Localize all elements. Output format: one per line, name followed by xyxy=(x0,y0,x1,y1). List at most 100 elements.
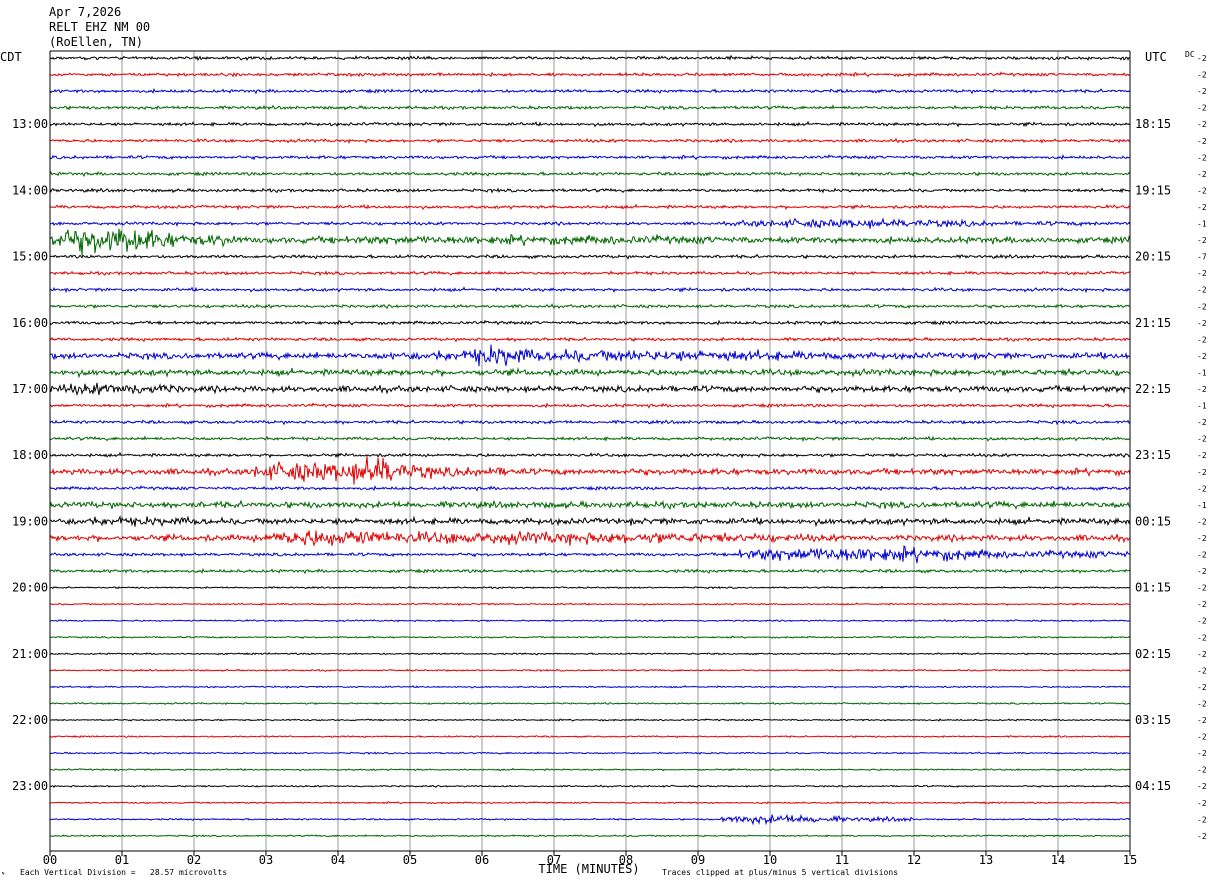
dc-offset-label: -2 xyxy=(1197,766,1207,775)
dc-offset-label: -2 xyxy=(1197,104,1207,113)
x-axis-title: TIME (MINUTES) xyxy=(538,862,639,876)
dc-offset-label: -2 xyxy=(1197,468,1207,477)
x-tick-label: 15 xyxy=(1123,853,1137,867)
seismic-trace-row xyxy=(49,402,1130,409)
dc-offset-label: -2 xyxy=(1197,600,1207,609)
dc-offset-label: -2 xyxy=(1197,286,1207,295)
dc-offset-label: -2 xyxy=(1197,517,1207,526)
dc-offset-label: -2 xyxy=(1197,120,1207,129)
dc-offset-label: -2 xyxy=(1197,153,1207,162)
dc-offset-label: -2 xyxy=(1197,584,1207,593)
left-hour-label: 19:00 xyxy=(12,514,48,528)
seismic-trace-row xyxy=(49,253,1131,260)
right-hour-labels: 18:15 19:15 20:15 21:15 22:15 23:15 00:15 01:15… xyxy=(1135,117,1171,793)
seismic-trace-row xyxy=(49,336,1131,343)
right-hour-label: 03:15 xyxy=(1135,713,1171,727)
seismic-trace-row xyxy=(49,419,1131,426)
seismic-trace-row xyxy=(49,382,1131,397)
dc-header-label: DC xyxy=(1185,50,1195,59)
seismic-trace-row xyxy=(49,834,1131,838)
seismic-trace-row xyxy=(49,701,1131,706)
seismic-trace-row xyxy=(49,485,1131,492)
x-tick-label: 14 xyxy=(1051,853,1065,867)
dc-offset-label: -2 xyxy=(1197,269,1207,278)
dc-offset-label: -7 xyxy=(1197,253,1207,262)
x-tick-label: 13 xyxy=(979,853,993,867)
dc-offset-label: -2 xyxy=(1197,782,1207,791)
left-hour-label: 15:00 xyxy=(12,250,48,264)
seismic-trace-row xyxy=(49,585,1131,590)
dc-offset-label: -2 xyxy=(1197,733,1207,742)
seismic-trace-row xyxy=(49,455,1131,485)
dc-offset-label: -2 xyxy=(1197,832,1207,841)
seismic-trace-row xyxy=(49,344,1131,367)
dc-offset-label: -2 xyxy=(1197,749,1207,758)
dc-offset-label: -2 xyxy=(1197,799,1207,808)
header-station: RELT EHZ NM 00 xyxy=(49,20,150,34)
right-hour-label: 21:15 xyxy=(1135,316,1171,330)
seismic-trace-row xyxy=(49,451,1131,459)
seismic-trace-row xyxy=(49,499,1131,511)
dc-offset-label: -2 xyxy=(1197,484,1207,493)
seismic-trace-row xyxy=(49,228,1131,256)
seismic-trace-row xyxy=(49,120,1131,128)
dc-offset-label: -2 xyxy=(1197,551,1207,560)
x-tick-label: 02 xyxy=(187,853,201,867)
dc-offset-label: -2 xyxy=(1197,87,1207,96)
seismic-trace-row xyxy=(49,751,1131,755)
left-timezone-label: CDT xyxy=(0,50,22,64)
dc-offset-label: -2 xyxy=(1197,617,1207,626)
dc-offset-label: -2 xyxy=(1197,699,1207,708)
seismic-trace-row xyxy=(49,784,1131,789)
dc-offset-label: -2 xyxy=(1197,650,1207,659)
seismic-trace-row xyxy=(50,303,1131,310)
seismic-trace-row xyxy=(49,187,1131,194)
left-hour-label: 13:00 xyxy=(12,117,48,131)
clip-note: Traces clipped at plus/minus 5 vertical … xyxy=(662,868,898,877)
seismic-trace-row xyxy=(50,652,1131,656)
seismic-trace-row xyxy=(49,567,1131,575)
seismic-trace-row xyxy=(49,170,1131,178)
left-hour-label: 21:00 xyxy=(12,647,48,661)
dc-offset-label: -2 xyxy=(1197,451,1207,460)
seismic-trace-row xyxy=(49,515,1131,528)
left-hour-labels: 13:00 14:00 15:00 16:00 17:00 18:00 19:00 20:00… xyxy=(12,117,48,793)
dc-offset-label: -2 xyxy=(1197,71,1207,80)
seismic-traces xyxy=(49,54,1131,838)
seismic-trace-row xyxy=(49,813,1131,826)
helicorder-chart: Apr 7,2026 RELT EHZ NM 00 (RoEllen, TN) … xyxy=(0,5,1207,879)
axis-frame xyxy=(49,50,1131,852)
dc-offset-label: -2 xyxy=(1197,683,1207,692)
dc-offset-label: -2 xyxy=(1197,319,1207,328)
time-gridlines xyxy=(121,51,1059,851)
right-hour-label: 02:15 xyxy=(1135,647,1171,661)
dc-offset-label: -2 xyxy=(1197,666,1207,675)
dc-offset-label: -2 xyxy=(1197,236,1207,245)
right-hour-label: 19:15 xyxy=(1135,183,1171,197)
dc-offset-label: -2 xyxy=(1197,302,1207,311)
seismic-trace-row xyxy=(49,367,1131,379)
x-tick-label: 01 xyxy=(115,853,129,867)
dc-offset-label: -2 xyxy=(1197,54,1207,63)
x-tick-label: 12 xyxy=(907,853,921,867)
dc-offset-label: -2 xyxy=(1197,170,1207,179)
dc-offset-label: -2 xyxy=(1197,203,1207,212)
dc-offset-label: -2 xyxy=(1197,633,1207,642)
seismic-trace-row xyxy=(49,435,1131,443)
right-hour-label: 20:15 xyxy=(1135,250,1171,264)
seismic-trace-row xyxy=(49,767,1130,772)
scale-note: Each Vertical Division = 28.57 microvolt… xyxy=(20,868,227,877)
dc-offset-label: -2 xyxy=(1197,335,1207,344)
left-hour-label: 14:00 xyxy=(12,183,48,197)
seismic-trace-row xyxy=(49,217,1131,229)
left-hour-label: 16:00 xyxy=(12,316,48,330)
seismic-trace-row xyxy=(49,545,1131,564)
right-hour-label: 18:15 xyxy=(1135,117,1171,131)
header-location: (RoEllen, TN) xyxy=(49,35,143,49)
dc-offset-label: -1 xyxy=(1197,368,1207,377)
right-timezone-label: UTC xyxy=(1145,50,1167,64)
dc-offset-label: -2 xyxy=(1197,567,1207,576)
dc-offset-label: -2 xyxy=(1197,435,1207,444)
seismic-trace-row xyxy=(49,269,1131,277)
seismic-trace-row xyxy=(49,154,1131,161)
